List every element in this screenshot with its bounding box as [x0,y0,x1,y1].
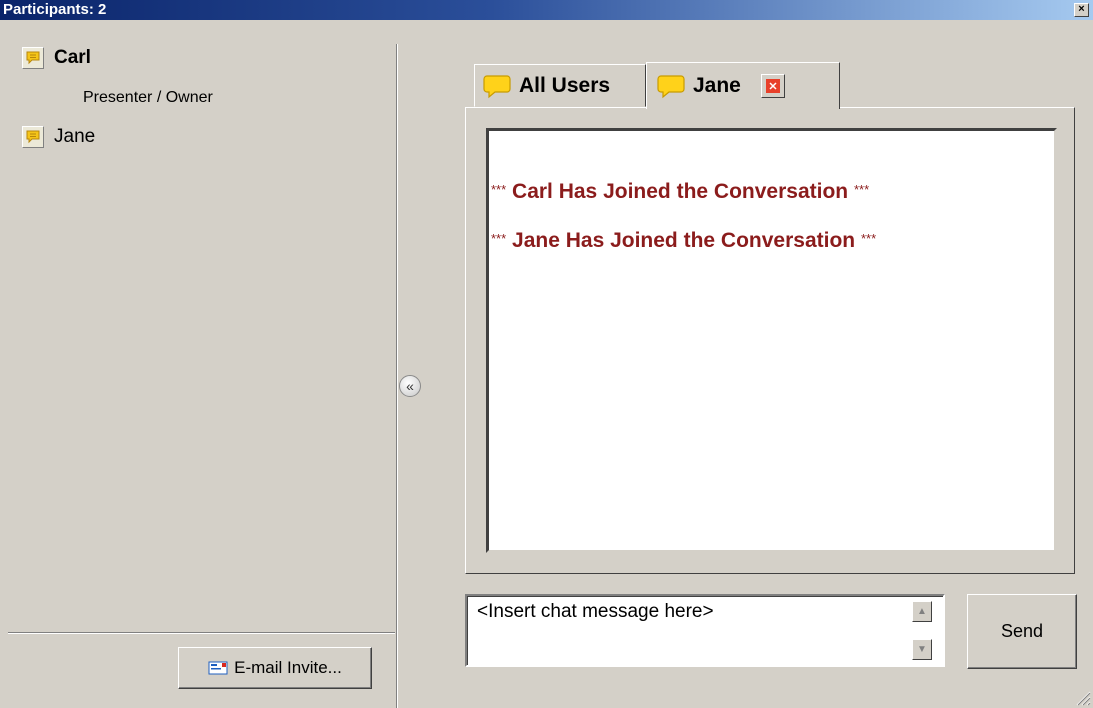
chat-bubble-icon [657,73,685,99]
email-invite-label: E-mail Invite... [234,658,342,677]
double-chevron-left-icon: « [406,378,414,394]
chat-bubble-icon [483,73,511,99]
collapse-panel-button[interactable]: « [399,375,421,397]
close-tab-button[interactable] [760,74,785,98]
splitter[interactable] [396,44,398,708]
participant-jane[interactable]: Jane [22,126,95,148]
tab-all-users[interactable]: All Users [474,64,646,107]
participant-name: Jane [54,126,96,147]
close-icon [765,79,780,93]
chat-bubble-icon[interactable] [22,126,44,148]
window-titlebar: Participants: 2 × [0,0,1093,20]
send-label: Send [1000,621,1044,641]
system-message: *** Jane Has Joined the Conversation *** [491,229,877,252]
window-title: Participants: 2 [3,1,107,18]
tab-label: All Users [519,73,611,97]
scroll-down-button[interactable]: ▼ [912,639,932,660]
send-button[interactable]: Send [967,594,1077,669]
email-invite-button[interactable]: E-mail Invite... [178,647,372,689]
close-window-button[interactable]: × [1074,3,1089,17]
chat-message-text: <Insert chat message here> [477,601,714,622]
chat-bubble-icon[interactable] [22,47,44,69]
resize-grip-icon[interactable] [1073,688,1091,706]
participant-name: Carl [54,47,91,68]
participant-carl[interactable]: Carl [22,47,91,69]
scroll-up-button[interactable]: ▲ [912,601,932,622]
panel-divider [8,632,395,634]
chat-log[interactable]: *** Carl Has Joined the Conversation ***… [486,128,1057,553]
tab-label: Jane [693,74,741,97]
system-message: *** Carl Has Joined the Conversation *** [491,180,870,203]
close-icon: × [1078,3,1085,15]
chat-message-input[interactable]: <Insert chat message here> ▲ ▼ [465,594,945,667]
email-card-icon [208,660,228,676]
tab-jane[interactable]: Jane [646,62,840,109]
participant-role: Presenter / Owner [83,89,213,106]
